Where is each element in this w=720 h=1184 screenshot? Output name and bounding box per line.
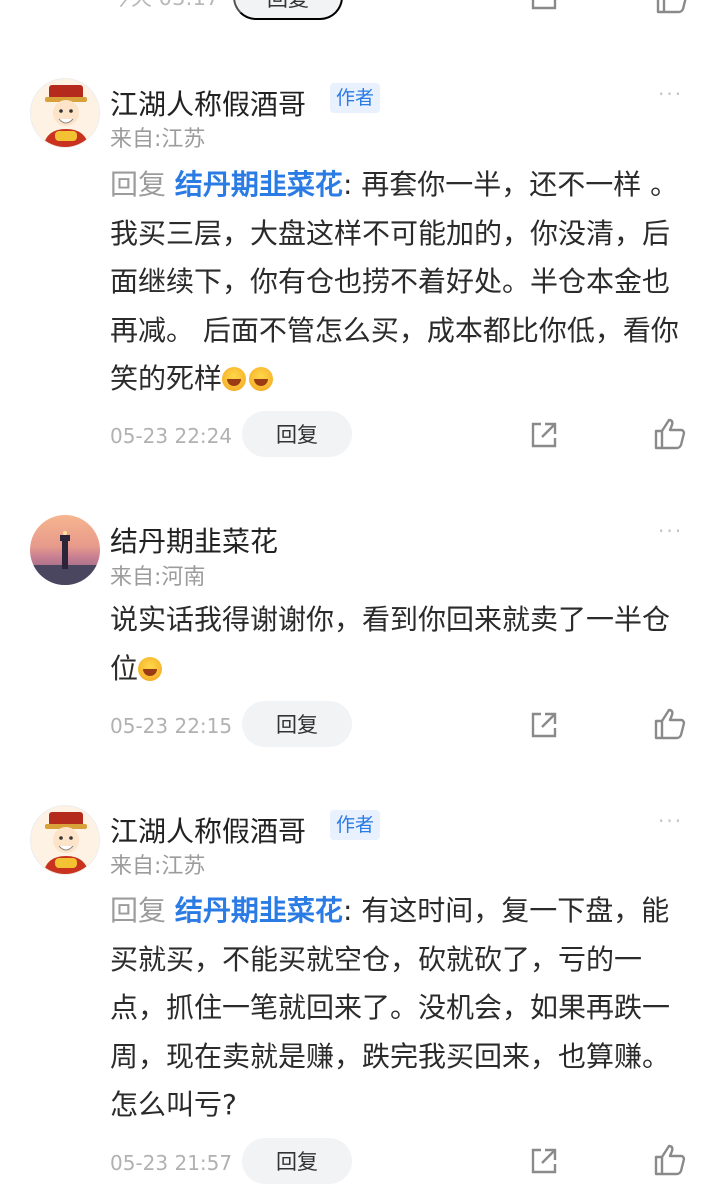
like-icon[interactable] [652,706,688,742]
comment-body: : 再套你一半，还不一样 。 我买三层，大盘这样不可能加的，你没清，后面继续下，… [110,168,679,395]
share-icon[interactable] [527,1144,561,1178]
fortune-god-avatar-icon [43,812,89,874]
author-badge: 作者 [330,810,381,840]
comment-date: 05-23 22:24 [110,424,233,448]
username[interactable]: 江湖人称假酒哥 [110,810,306,850]
reply-target-username[interactable]: 结丹期韭菜花 [175,168,343,201]
share-icon[interactable] [527,708,561,742]
comment-body: 说实话我得谢谢你，看到你回来就卖了一半仓位 [110,603,671,685]
location-label: 来自:江苏 [110,854,206,879]
reply-button[interactable]: 回复 [242,701,352,747]
more-options-icon[interactable]: ··· [658,519,683,543]
grinning-emoji-icon [138,656,163,681]
share-icon[interactable] [527,418,561,452]
avatar[interactable] [30,515,100,585]
comment-date: 05-23 21:57 [110,1151,233,1175]
previous-comment-footer: 今天 03:17 回复 [0,0,720,24]
location-label: 来自:江苏 [110,127,206,152]
comment-text: 说实话我得谢谢你，看到你回来就卖了一半仓位 [110,596,695,693]
more-options-icon[interactable]: ··· [658,809,683,833]
comment-body: : 有这时间，复一下盘，能买就买，不能买就空仓，砍就砍了，亏的一点，抓住一笔就回… [110,894,671,1121]
comment-text: 回复 结丹期韭菜花: 有这时间，复一下盘，能买就买，不能买就空仓，砍就砍了，亏的… [110,887,695,1130]
reply-prefix: 回复 [110,894,167,927]
laughing-emoji-icon [249,367,274,391]
author-badge: 作者 [330,83,381,113]
fortune-god-avatar-icon [43,85,89,147]
more-options-icon[interactable]: ··· [658,82,683,106]
lighthouse-sunset-avatar-icon [30,531,100,585]
avatar[interactable] [30,78,100,148]
reply-target-username[interactable]: 结丹期韭菜花 [175,894,343,927]
comment-date: 05-23 22:15 [110,714,233,738]
like-icon[interactable] [652,416,688,452]
username[interactable]: 结丹期韭菜花 [110,520,278,560]
laughing-emoji-icon [222,367,247,391]
avatar[interactable] [30,805,100,875]
share-icon[interactable] [527,0,561,14]
username[interactable]: 江湖人称假酒哥 [110,83,306,123]
reply-prefix: 回复 [110,168,167,201]
like-icon[interactable] [652,1142,688,1178]
comment-text: 回复 结丹期韭菜花: 再套你一半，还不一样 。 我买三层，大盘这样不可能加的，你… [110,161,695,404]
like-icon[interactable] [654,0,690,16]
reply-button[interactable]: 回复 [242,411,352,457]
reply-button[interactable]: 回复 [233,0,343,20]
reply-button[interactable]: 回复 [242,1138,352,1184]
location-label: 来自:河南 [110,565,206,590]
comment-date: 今天 03:17 [110,0,219,12]
